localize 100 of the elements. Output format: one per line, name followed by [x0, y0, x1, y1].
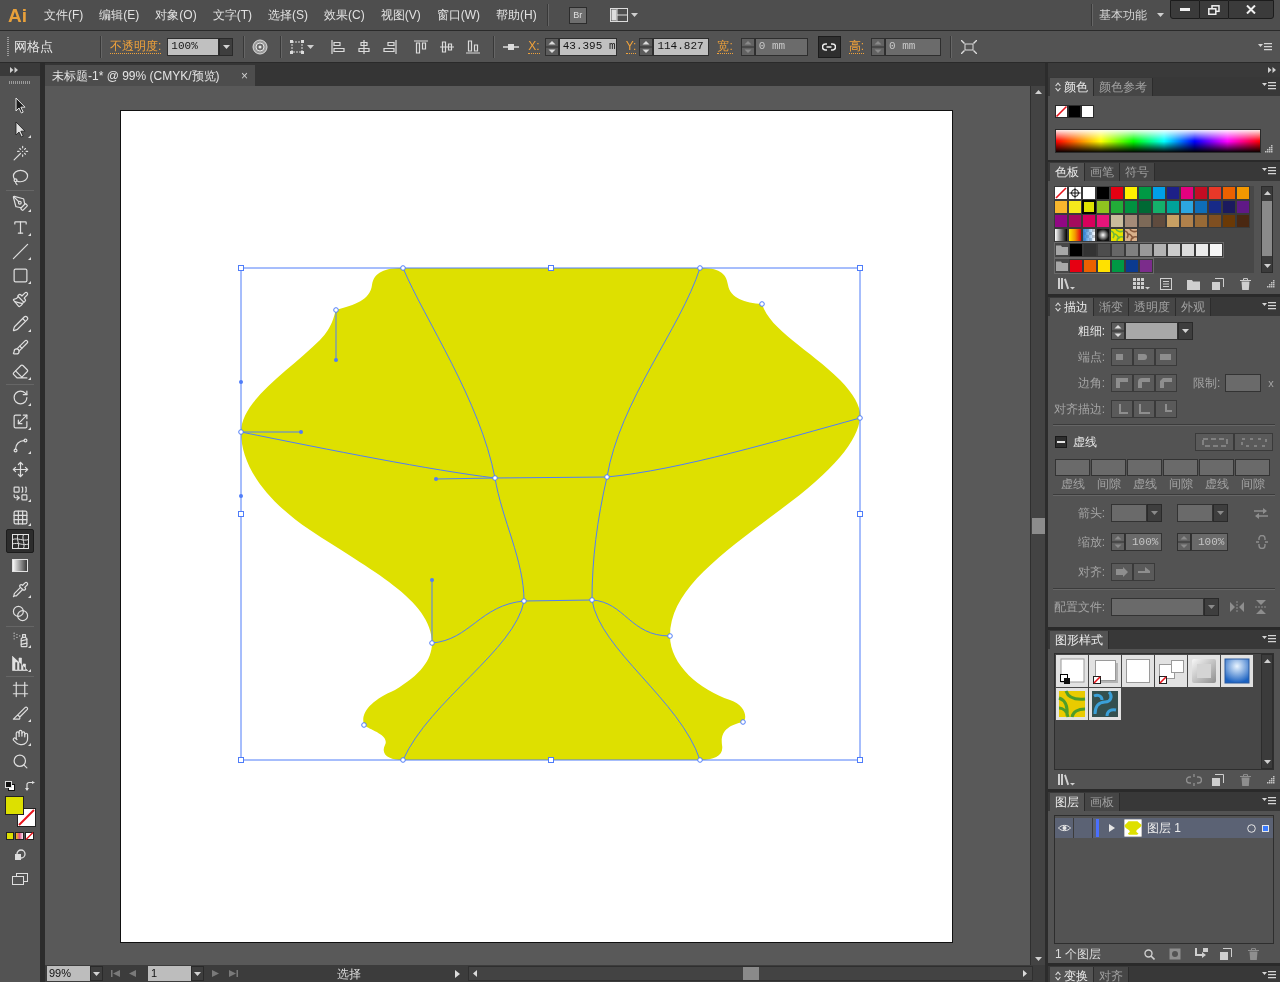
join-button[interactable]: [1133, 374, 1155, 392]
overlapping-screens-icon[interactable]: [12, 873, 28, 885]
vertical-scrollbar[interactable]: [1261, 654, 1273, 769]
color-swatch[interactable]: [1124, 214, 1138, 228]
scroll-up-arrow-icon[interactable]: [1263, 659, 1271, 663]
scrollbar-thumb[interactable]: [743, 967, 759, 980]
dropdown-button[interactable]: [1178, 322, 1193, 340]
none-swatch[interactable]: [1055, 105, 1068, 118]
mesh-point[interactable]: [604, 474, 610, 480]
mesh-point[interactable]: [857, 415, 863, 421]
triangle-right-icon[interactable]: [1109, 824, 1115, 832]
panel-tab[interactable]: 透明度: [1129, 298, 1176, 316]
mesh-point[interactable]: [740, 719, 746, 725]
menu-item[interactable]: 窗口(W): [436, 9, 480, 21]
mesh-point[interactable]: [492, 475, 498, 481]
scroll-down-arrow-icon[interactable]: [1263, 760, 1271, 764]
align-bottom-icon[interactable]: [466, 39, 481, 54]
cap-button[interactable]: [1155, 348, 1177, 366]
panel-menu-icon[interactable]: [1262, 302, 1276, 310]
color-swatch[interactable]: [1068, 214, 1082, 228]
dashed-box-icon[interactable]: [289, 38, 306, 55]
color-swatch[interactable]: [1236, 186, 1250, 200]
color-swatch[interactable]: [1209, 243, 1223, 257]
color-swatch[interactable]: [1096, 214, 1110, 228]
trash-icon[interactable]: [1240, 773, 1251, 786]
bridge-button[interactable]: Br: [568, 6, 587, 24]
dropdown-button[interactable]: [90, 966, 103, 981]
color-swatch[interactable]: [1208, 186, 1222, 200]
dash-style-button[interactable]: [1195, 433, 1234, 451]
graphic-style-swatch[interactable]: [1188, 655, 1220, 687]
stepper-arrows-icon[interactable]: [639, 37, 654, 56]
mesh-point[interactable]: [429, 640, 435, 646]
menu-item[interactable]: 对象(O): [155, 9, 197, 21]
graphic-style-swatch[interactable]: [1089, 655, 1121, 687]
align-middle-icon[interactable]: [440, 39, 455, 54]
graphic-style-swatch[interactable]: [1122, 655, 1154, 687]
color-swatch[interactable]: [1111, 243, 1125, 257]
scroll-up-arrow-icon[interactable]: [1263, 191, 1271, 195]
panel-tab[interactable]: 符号: [1120, 163, 1155, 181]
tool-button[interactable]: [6, 529, 34, 553]
panel-tab[interactable]: 变换: [1050, 967, 1094, 982]
cap-button[interactable]: [1133, 348, 1155, 366]
profile-field[interactable]: [1111, 598, 1204, 616]
panel-tab[interactable]: 外观: [1176, 298, 1211, 316]
color-swatch[interactable]: [1208, 200, 1222, 214]
resize-handle[interactable]: [238, 511, 244, 517]
color-swatch[interactable]: [1180, 214, 1194, 228]
trash-icon[interactable]: [1248, 948, 1259, 960]
panel-menu-icon[interactable]: [1262, 82, 1276, 90]
mesh-point[interactable]: [589, 597, 595, 603]
flip-vertical-icon[interactable]: [1255, 600, 1267, 614]
limit-field[interactable]: [1225, 374, 1262, 392]
color-swatch[interactable]: [1124, 200, 1138, 214]
mesh-point[interactable]: [697, 757, 703, 763]
panel-menu-icon[interactable]: [1262, 797, 1276, 805]
panel-tab[interactable]: 画笔: [1085, 163, 1120, 181]
resize-handle[interactable]: [857, 757, 863, 763]
layout-button[interactable]: [607, 6, 640, 24]
corner-arrows-icon[interactable]: [961, 39, 978, 54]
color-swatch[interactable]: [1069, 259, 1083, 273]
dropdown-button[interactable]: [1213, 504, 1228, 522]
dash-style-button[interactable]: [1234, 433, 1273, 451]
color-swatch[interactable]: [1082, 214, 1096, 228]
panel-menu-icon[interactable]: [1262, 971, 1276, 979]
color-swatch[interactable]: [1110, 200, 1124, 214]
arrow-align-button[interactable]: [1133, 563, 1155, 581]
color-spectrum-bar[interactable]: [1055, 129, 1261, 153]
zoom-field[interactable]: 99%: [47, 966, 90, 981]
resize-handle[interactable]: [857, 265, 863, 271]
color-swatch[interactable]: [1111, 259, 1125, 273]
color-swatch[interactable]: [1125, 243, 1139, 257]
color-swatch[interactable]: [1194, 214, 1208, 228]
scroll-left-arrow-icon[interactable]: [473, 970, 477, 977]
mesh-point[interactable]: [361, 722, 367, 728]
list-icon[interactable]: [1160, 278, 1172, 290]
gradient-swatch[interactable]: [1054, 228, 1068, 242]
menu-item[interactable]: 效果(C): [324, 9, 365, 21]
dropdown-button[interactable]: [1204, 598, 1219, 616]
next-page-icon[interactable]: [212, 970, 221, 977]
color-swatch[interactable]: [1138, 186, 1152, 200]
color-swatch[interactable]: [1194, 200, 1208, 214]
join-button[interactable]: [1155, 374, 1177, 392]
mesh-point[interactable]: [759, 301, 765, 307]
panel-menu-icon[interactable]: [1262, 167, 1276, 175]
fill-swatch[interactable]: [4, 796, 24, 815]
menu-item[interactable]: 帮助(H): [496, 9, 537, 21]
color-swatch[interactable]: [1153, 243, 1167, 257]
color-swatch[interactable]: [1124, 186, 1138, 200]
workspace-switcher[interactable]: 基本功能: [1099, 6, 1164, 24]
weight-field[interactable]: [1125, 322, 1178, 340]
panel-tab[interactable]: 图形样式: [1050, 631, 1109, 649]
registration-swatch[interactable]: [1068, 186, 1082, 200]
last-page-icon[interactable]: [229, 970, 238, 977]
folder-icon[interactable]: [1187, 278, 1200, 290]
resize-grip-icon[interactable]: [1266, 775, 1275, 784]
panel-menu-icon[interactable]: [1258, 42, 1272, 51]
color-swatch[interactable]: [1139, 259, 1153, 273]
panel-tab[interactable]: 色板: [1050, 163, 1085, 181]
color-swatch[interactable]: [1195, 243, 1209, 257]
vertical-scrollbar[interactable]: [1030, 86, 1045, 965]
